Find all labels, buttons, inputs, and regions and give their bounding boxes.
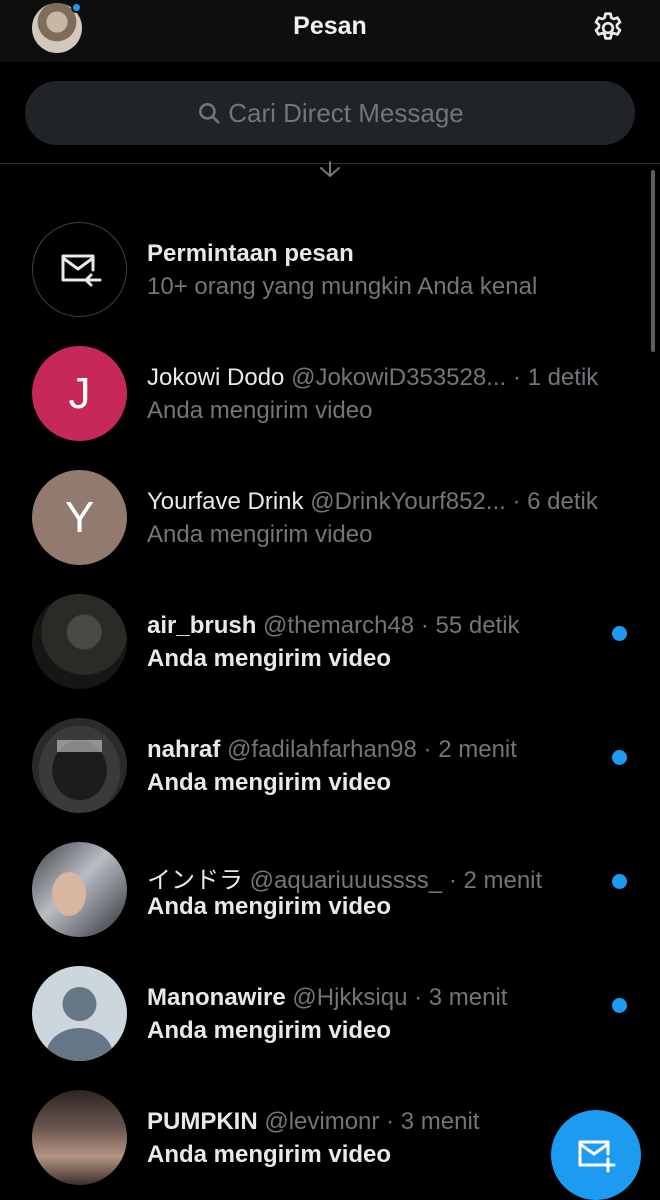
conversation-time: · 1 detik bbox=[512, 364, 599, 391]
unread-dot bbox=[612, 626, 627, 641]
conversation-handle: @fadilahfarhan98 bbox=[227, 736, 417, 763]
conversation-preview: Anda mengirim video bbox=[147, 645, 392, 672]
conversation-row[interactable]: Manonawire @Hjkksiqu · 3 menit Anda meng… bbox=[0, 966, 660, 1090]
conversation-row[interactable]: インドラ @aquariuuussss_ · 2 menit Anda meng… bbox=[0, 842, 660, 966]
search-section: Cari Direct Message bbox=[0, 62, 660, 164]
avatar bbox=[32, 842, 127, 937]
conversation-time: · 3 menit bbox=[386, 1108, 480, 1135]
conversation-time: · 2 menit bbox=[423, 736, 517, 763]
conversation-time: · 6 detik bbox=[512, 488, 598, 515]
conversation-preview: Anda mengirim video bbox=[147, 769, 392, 796]
page-title: Pesan bbox=[293, 12, 367, 40]
conversation-preview: Anda mengirim video bbox=[147, 1141, 392, 1168]
pull-down-arrow-icon bbox=[320, 161, 340, 177]
new-message-icon bbox=[578, 1140, 616, 1173]
conversation-handle: @Hjkksiqu bbox=[292, 984, 408, 1011]
conversation-list: Permintaan pesan 10+ orang yang mungkin … bbox=[0, 222, 660, 1200]
unread-dot bbox=[612, 998, 627, 1013]
avatar: Y bbox=[32, 470, 127, 565]
search-icon bbox=[199, 103, 220, 124]
conversation-row[interactable]: Y Yourfave Drink @DrinkYourf852... · 6 d… bbox=[0, 470, 660, 594]
conversation-name: Manonawire bbox=[147, 984, 286, 1011]
message-requests-subtitle: 10+ orang yang mungkin Anda kenal bbox=[147, 273, 538, 300]
conversation-preview: Anda mengirim video bbox=[147, 521, 373, 548]
conversation-name: nahraf bbox=[147, 736, 221, 763]
search-placeholder: Cari Direct Message bbox=[228, 97, 464, 128]
search-input[interactable]: Cari Direct Message bbox=[25, 81, 635, 145]
conversation-time: · 55 detik bbox=[420, 612, 520, 639]
conversation-name: Yourfave Drink bbox=[147, 488, 304, 515]
conversation-preview: Anda mengirim video bbox=[147, 893, 392, 920]
unread-dot bbox=[612, 874, 627, 889]
conversation-time: · 3 menit bbox=[414, 984, 508, 1011]
avatar bbox=[32, 594, 127, 689]
conversation-name: Jokowi Dodo bbox=[147, 364, 285, 391]
default-avatar-icon bbox=[32, 966, 127, 1061]
conversation-preview: Anda mengirim video bbox=[147, 397, 373, 424]
unread-dot bbox=[612, 750, 627, 765]
conversation-handle: @JokowiD353528... bbox=[291, 364, 507, 391]
avatar: J bbox=[32, 346, 127, 441]
message-requests-title: Permintaan pesan bbox=[147, 240, 354, 267]
top-bar: Pesan bbox=[0, 0, 660, 62]
conversation-handle: @aquariuuussss_ bbox=[249, 867, 443, 894]
conversation-row[interactable]: nahraf @fadilahfarhan98 · 2 menit Anda m… bbox=[0, 718, 660, 842]
gear-icon[interactable] bbox=[590, 10, 626, 46]
message-requests-row[interactable]: Permintaan pesan 10+ orang yang mungkin … bbox=[0, 222, 660, 346]
conversation-row[interactable]: air_brush @themarch48 · 55 detik Anda me… bbox=[0, 594, 660, 718]
conversation-preview: Anda mengirim video bbox=[147, 1017, 392, 1044]
conversation-row[interactable]: J Jokowi Dodo @JokowiD353528... · 1 deti… bbox=[0, 346, 660, 470]
conversation-handle: @levimonr bbox=[264, 1108, 380, 1135]
avatar bbox=[32, 1090, 127, 1185]
conversation-time: · 2 menit bbox=[448, 867, 543, 894]
conversation-name: PUMPKIN bbox=[147, 1108, 258, 1135]
conversation-handle: @DrinkYourf852... bbox=[310, 488, 506, 515]
mail-request-icon bbox=[32, 222, 127, 317]
avatar bbox=[32, 718, 127, 813]
conversation-name: air_brush bbox=[147, 612, 257, 639]
conversation-handle: @themarch48 bbox=[263, 612, 415, 639]
new-message-button[interactable] bbox=[551, 1110, 641, 1200]
conversation-name: インドラ bbox=[147, 867, 243, 894]
